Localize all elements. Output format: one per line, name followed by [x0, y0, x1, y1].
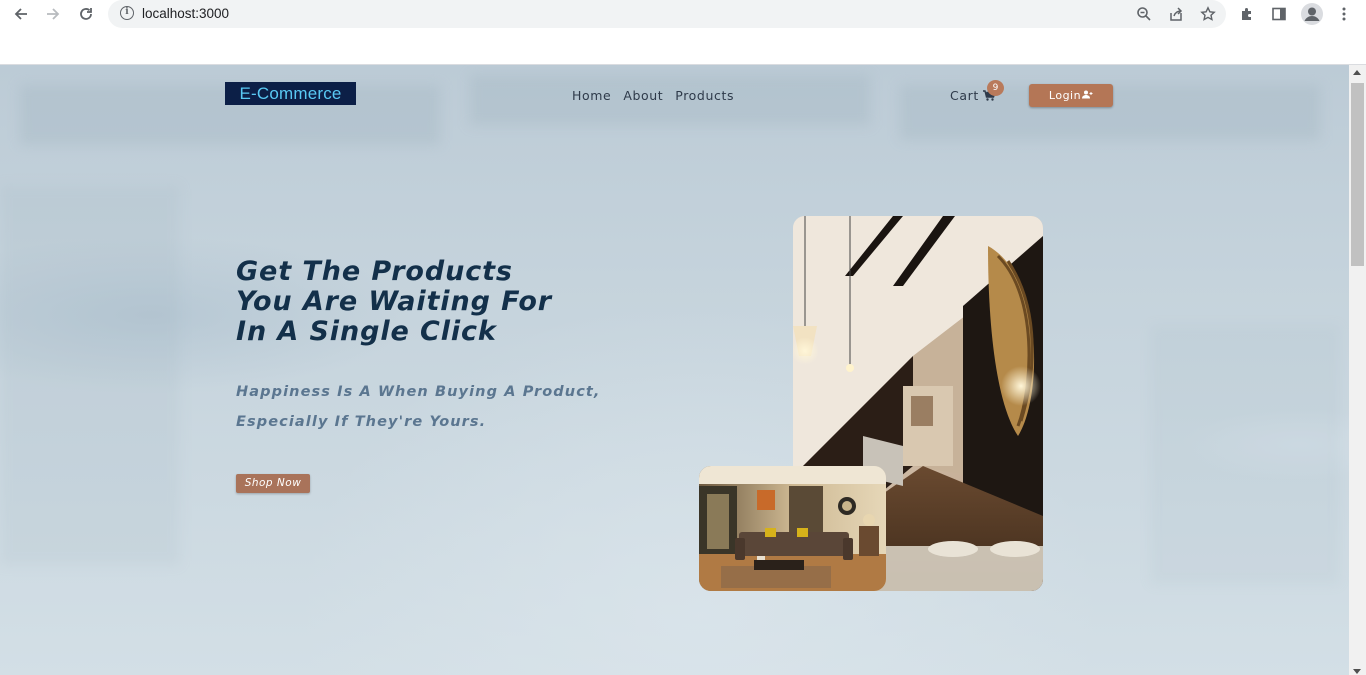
extensions-icon[interactable] — [1238, 5, 1256, 23]
hero-subtitle-line: Happiness Is A When Buying A Product, — [236, 384, 601, 400]
bookmark-star-icon[interactable] — [1199, 5, 1217, 23]
page-scrollbar[interactable] — [1349, 65, 1366, 675]
main-nav: Home About Products — [572, 88, 734, 103]
scrollbar-thumb[interactable] — [1351, 83, 1364, 266]
hero-section: E-Commerce Home About Products Cart 9 Lo… — [0, 65, 1349, 675]
address-bar[interactable]: i localhost:3000 — [108, 0, 1226, 28]
hero-subtitle: Happiness Is A When Buying A Product, Es… — [236, 377, 656, 437]
login-label: Login — [1048, 89, 1082, 102]
side-panel-icon[interactable] — [1270, 5, 1288, 23]
scroll-down-icon[interactable] — [1353, 669, 1361, 674]
shop-now-button[interactable]: Shop Now — [236, 474, 310, 493]
url-text[interactable]: localhost:3000 — [142, 6, 229, 21]
share-icon[interactable] — [1167, 5, 1185, 23]
background-blur — [1150, 325, 1340, 585]
hero-title: Get The Products You Are Waiting For In … — [236, 257, 656, 347]
site-logo[interactable]: E-Commerce — [225, 82, 356, 105]
hero-subtitle-line: Especially If They're Yours. — [236, 414, 487, 430]
browser-toolbar: i localhost:3000 — [0, 0, 1366, 28]
hero-title-line: In A Single Click — [236, 316, 497, 347]
site-info-icon[interactable]: i — [120, 6, 134, 20]
nav-link-home[interactable]: Home — [572, 88, 611, 103]
cart-count-badge: 9 — [987, 80, 1004, 96]
user-plus-icon — [1082, 90, 1093, 99]
living-room-image — [699, 466, 886, 591]
hero-title-line: Get The Products — [236, 256, 513, 287]
zoom-icon[interactable] — [1135, 5, 1153, 23]
profile-icon[interactable] — [1301, 3, 1323, 25]
nav-link-about[interactable]: About — [623, 88, 663, 103]
background-blur — [0, 185, 180, 565]
menu-dots-icon[interactable] — [1335, 5, 1353, 23]
forward-arrow-icon[interactable] — [43, 4, 63, 24]
scroll-up-icon[interactable] — [1353, 70, 1361, 75]
hero-title-line: You Are Waiting For — [236, 286, 553, 317]
cart-label: Cart — [950, 88, 979, 103]
nav-link-products[interactable]: Products — [675, 88, 734, 103]
login-button[interactable]: Login — [1029, 84, 1113, 107]
page-viewport: E-Commerce Home About Products Cart 9 Lo… — [0, 64, 1366, 675]
reload-icon[interactable] — [76, 4, 96, 24]
back-arrow-icon[interactable] — [11, 4, 31, 24]
